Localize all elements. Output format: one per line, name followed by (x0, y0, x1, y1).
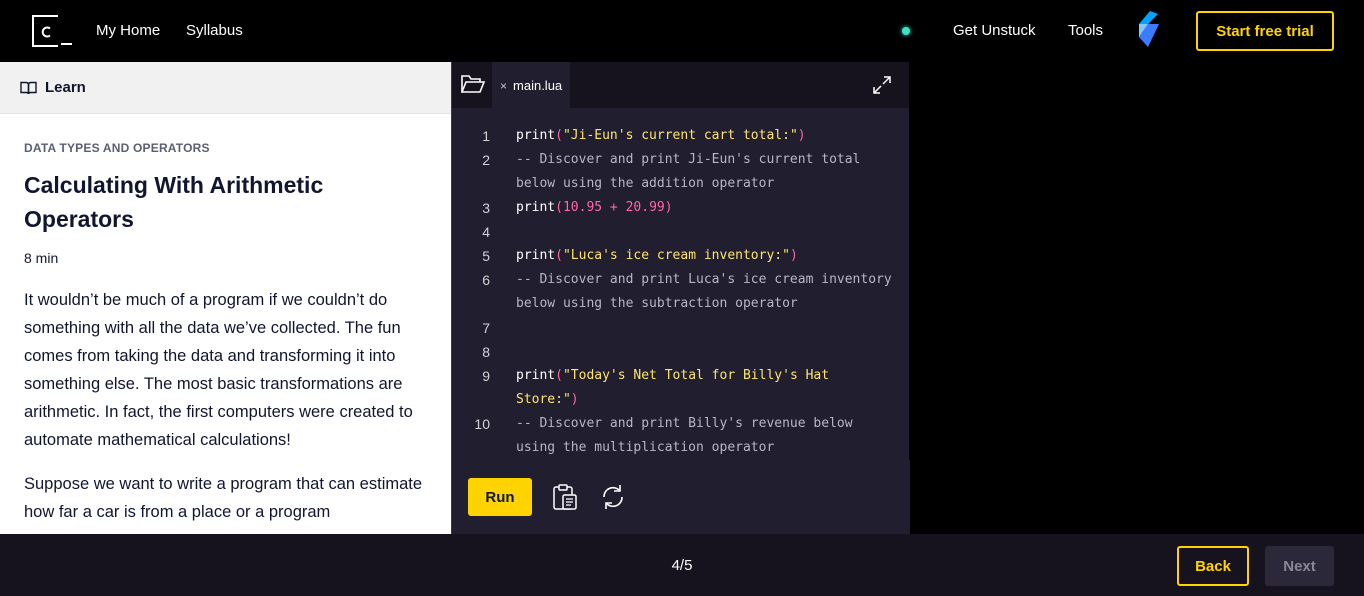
code-text: -- Discover and print Luca's ice cream i… (516, 272, 892, 311)
code-line[interactable]: 8 (452, 340, 910, 364)
start-free-trial-button[interactable]: Start free trial (1196, 11, 1334, 51)
code-line[interactable]: 2 -- Discover and print Ji-Eun's current … (452, 148, 910, 196)
line-number: 6 (482, 272, 490, 288)
logo-icon (32, 15, 72, 47)
code-text: print("Today's Net Total for Billy's Hat… (516, 368, 830, 407)
expand-icon[interactable] (873, 76, 891, 94)
code-area[interactable]: 1 print("Ji-Eun's current cart total:") 2 -… (452, 108, 910, 460)
code-text: -- Discover and print Billy's revenue be… (516, 416, 853, 455)
lesson-progress: 4/5 (671, 557, 693, 574)
line-number: 4 (482, 224, 490, 240)
code-line[interactable]: 4 (452, 220, 910, 244)
code-line[interactable]: 5 print("Luca's ice cream inventory:") (452, 244, 910, 268)
line-number: 2 (482, 152, 490, 168)
line-number: 10 (474, 416, 490, 432)
line-number: 9 (482, 368, 490, 384)
line-number: 3 (482, 200, 490, 216)
tab-main-lua[interactable]: × main.lua (492, 62, 570, 108)
line-number: 1 (482, 128, 490, 144)
code-line[interactable]: 9 print("Today's Net Total for Billy's Ha… (452, 364, 910, 412)
learn-tab-label: Learn (45, 79, 86, 96)
tab-filename: main.lua (513, 77, 563, 93)
lesson-category: DATA TYPES AND OPERATORS (24, 141, 210, 155)
line-number: 8 (482, 344, 490, 360)
editor-tab-bar: × main.lua (452, 62, 909, 108)
lesson-duration: 8 min (24, 250, 59, 266)
refresh-icon[interactable] (598, 482, 628, 512)
code-editor: × main.lua 1 print("Ji-Eun's current cart… (451, 62, 910, 534)
code-text: print(10.95 + 20.99) (516, 200, 673, 215)
lesson-title: Calculating With Arithmetic Operators (24, 172, 324, 232)
nav-syllabus[interactable]: Syllabus (186, 22, 243, 39)
codecademy-logo[interactable] (32, 15, 72, 47)
nav-my-home[interactable]: My Home (96, 22, 160, 39)
close-icon[interactable]: × (500, 79, 507, 93)
bolt-icon[interactable] (1136, 11, 1162, 47)
code-text: print("Luca's ice cream inventory:") (516, 248, 798, 263)
line-number: 5 (482, 248, 490, 264)
code-text: -- Discover and print Ji-Eun's current t… (516, 152, 861, 191)
code-line[interactable]: 10 -- Discover and print Billy's revenue … (452, 412, 910, 460)
code-line[interactable]: 6 -- Discover and print Luca's ice cream … (452, 268, 910, 316)
folder-icon[interactable] (460, 72, 486, 96)
lesson-content: DATA TYPES AND OPERATORS Calculating Wit… (0, 114, 451, 526)
book-icon (20, 81, 37, 94)
nav-get-unstuck[interactable]: Get Unstuck (953, 22, 1036, 39)
top-nav: My Home Syllabus Get Unstuck Tools Start… (0, 0, 1364, 62)
clipboard-icon[interactable] (550, 482, 580, 512)
status-indicator (902, 27, 910, 35)
run-bar: Run (452, 460, 910, 534)
output-panel[interactable] (910, 62, 1364, 534)
back-button[interactable]: Back (1177, 546, 1249, 586)
learn-panel: Learn DATA TYPES AND OPERATORS Calculati… (0, 62, 451, 534)
code-line[interactable]: 3 print(10.95 + 20.99) (452, 196, 910, 220)
nav-tools[interactable]: Tools (1068, 22, 1103, 39)
lesson-paragraph: Suppose we want to write a program that … (24, 475, 423, 521)
line-number: 7 (482, 320, 490, 336)
code-text: print("Ji-Eun's current cart total:") (516, 128, 806, 143)
lesson-paragraph: It wouldn’t be much of a program if we c… (24, 291, 413, 449)
next-button: Next (1265, 546, 1334, 586)
run-button[interactable]: Run (468, 478, 532, 516)
learn-header[interactable]: Learn (0, 62, 451, 114)
code-line[interactable]: 7 (452, 316, 910, 340)
bottom-bar: 4/5 Back Next (0, 534, 1364, 596)
code-line[interactable]: 1 print("Ji-Eun's current cart total:") (452, 124, 910, 148)
